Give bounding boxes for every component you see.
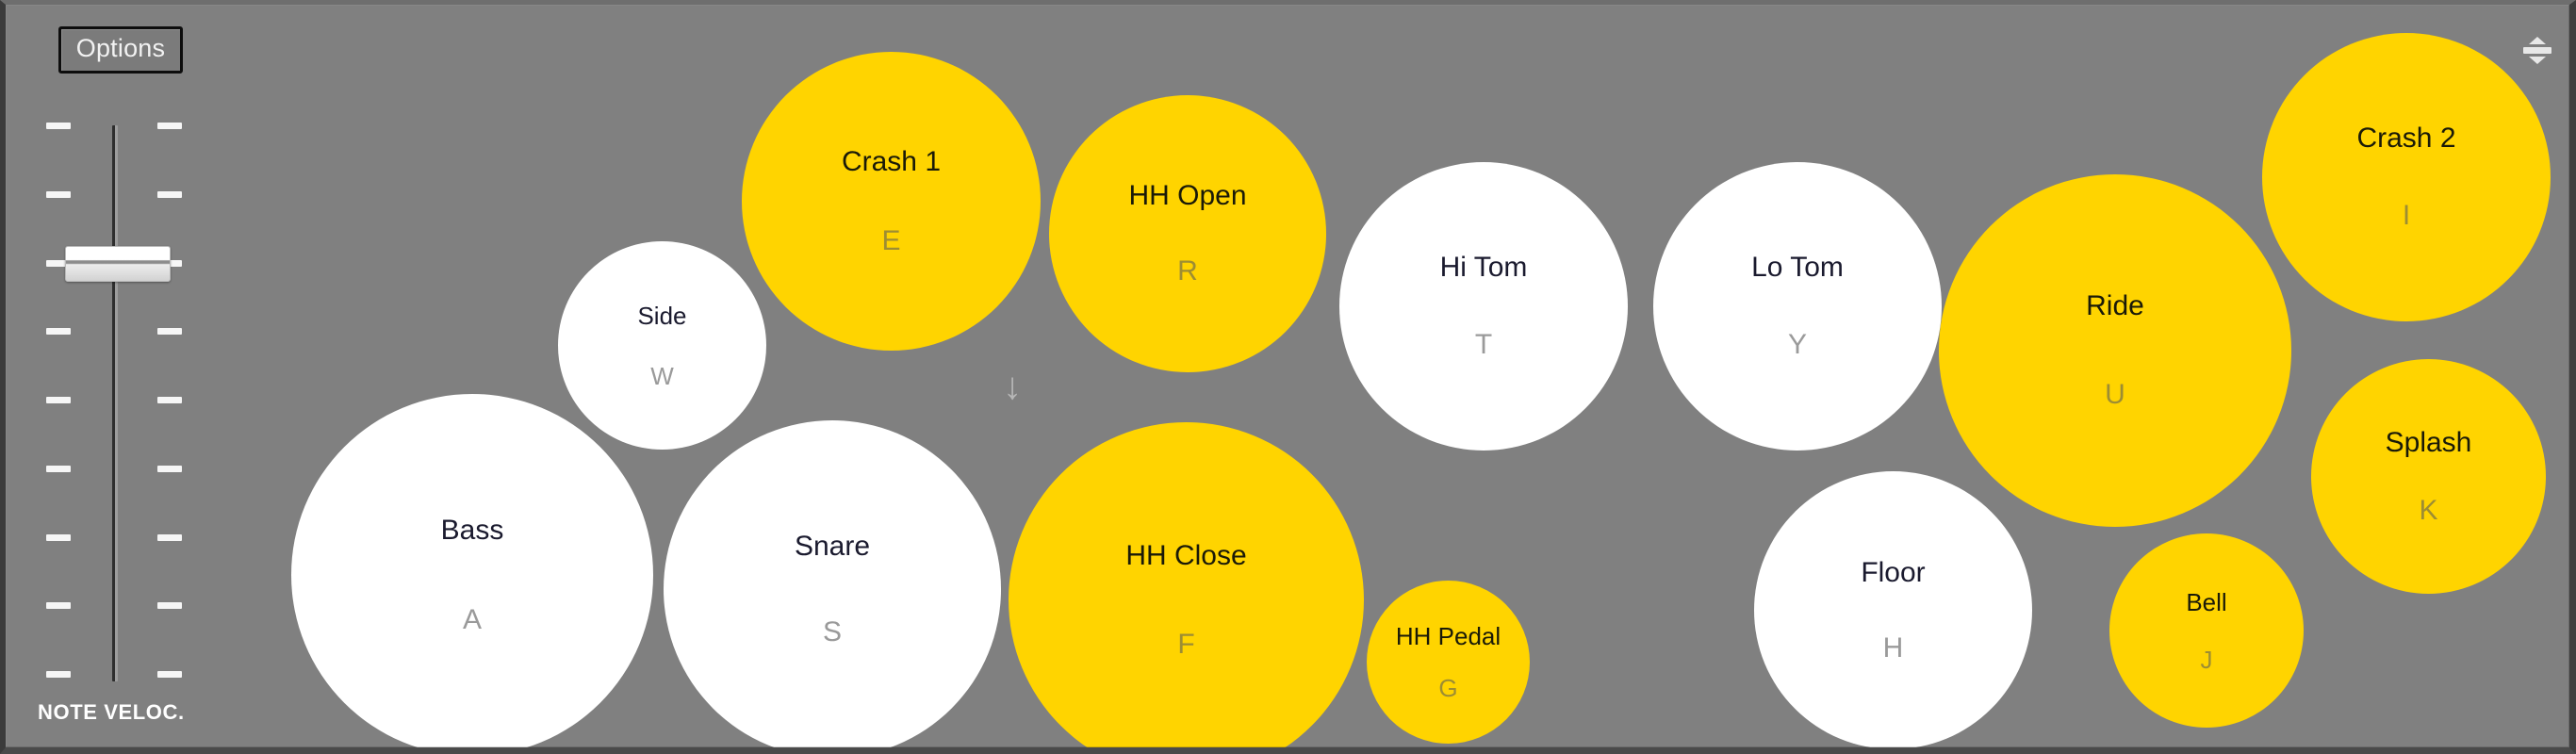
velocity-tick-left — [46, 328, 71, 336]
drum-pad-hh-close[interactable]: HH Close F — [1009, 422, 1364, 747]
drum-pad-label: Lo Tom — [1751, 252, 1844, 283]
velocity-tick-left — [46, 533, 71, 541]
drum-pad-key: H — [1882, 631, 1904, 664]
velocity-slider-groove — [112, 125, 118, 681]
drum-pad-side[interactable]: Side W — [558, 241, 766, 450]
drum-pad-label: HH Open — [1128, 180, 1247, 211]
handle-bar-icon — [2523, 46, 2551, 54]
note-velocity-slider[interactable]: NOTE VELOC. — [34, 108, 194, 740]
velocity-tick-left — [46, 602, 71, 610]
drum-pad-crash-2[interactable]: Crash 2 I — [2262, 33, 2551, 321]
velocity-tick-left — [46, 123, 71, 129]
drum-pad-label: Snare — [794, 530, 871, 562]
drum-pad-label: Floor — [1861, 556, 1926, 588]
drum-pad-key: A — [462, 603, 482, 635]
drum-pad-key: U — [2105, 379, 2125, 410]
drum-pad-bass[interactable]: Bass A — [291, 394, 653, 747]
drum-kit-window: Options NOTE VELOC. ↓ Bass A Side W Snare S Cr… — [0, 0, 2576, 754]
velocity-tick-right — [157, 328, 182, 336]
drum-pad-label: Hi Tom — [1439, 252, 1528, 283]
drum-pad-label: Crash 2 — [2356, 123, 2456, 154]
velocity-tick-left — [46, 671, 71, 678]
velocity-tick-right — [157, 397, 182, 403]
drum-pad-key: K — [2419, 494, 2438, 526]
drum-pad-key: G — [1438, 674, 1458, 702]
drum-pad-key: Y — [1787, 329, 1807, 360]
velocity-tick-left — [46, 465, 71, 472]
velocity-tick-right — [157, 671, 182, 678]
drum-pad-key: R — [1177, 255, 1198, 287]
drum-pad-snare[interactable]: Snare S — [664, 420, 1001, 747]
velocity-slider-caption: NOTE VELOC. — [38, 700, 185, 724]
drum-pad-crash-1[interactable]: Crash 1 E — [742, 52, 1041, 351]
drum-pad-key: I — [2402, 200, 2411, 231]
drum-pad-hh-open[interactable]: HH Open R — [1049, 95, 1326, 372]
velocity-slider-thumb[interactable] — [65, 245, 171, 282]
velocity-tick-right — [157, 190, 182, 198]
drum-pad-floor[interactable]: Floor H — [1754, 471, 2032, 747]
drum-pad-label: Ride — [2086, 290, 2144, 321]
drum-pad-splash[interactable]: Splash K — [2311, 359, 2546, 594]
chevron-down-icon — [2529, 56, 2546, 64]
drum-pad-label: HH Close — [1125, 539, 1247, 571]
drum-pad-label: HH Pedal — [1395, 622, 1501, 650]
velocity-slider-track[interactable] — [34, 108, 194, 693]
velocity-tick-left — [46, 397, 71, 403]
drum-pad-key: T — [1474, 329, 1493, 360]
drum-pad-key: F — [1177, 628, 1195, 660]
drum-pad-key: J — [2200, 645, 2213, 674]
drum-pad-label: Splash — [2385, 426, 2472, 458]
drum-pad-lo-tom[interactable]: Lo Tom Y — [1653, 162, 1942, 451]
velocity-tick-right — [157, 123, 182, 129]
drum-pad-label: Bell — [2186, 587, 2227, 616]
vertical-resize-handle[interactable] — [2519, 29, 2556, 71]
velocity-tick-right — [157, 465, 182, 472]
drum-pad-label: Crash 1 — [841, 145, 942, 177]
drum-pad-ride[interactable]: Ride U — [1939, 174, 2291, 527]
options-button[interactable]: Options — [58, 26, 183, 74]
down-arrow-icon: ↓ — [1003, 366, 1022, 407]
drum-pad-label: Side — [637, 301, 687, 330]
velocity-tick-left — [46, 190, 71, 198]
drum-pad-label: Bass — [440, 514, 504, 546]
drum-pad-bell[interactable]: Bell J — [2109, 533, 2304, 728]
velocity-tick-right — [157, 533, 182, 541]
drum-pad-key: E — [881, 224, 901, 256]
chevron-up-icon — [2529, 36, 2546, 44]
velocity-tick-right — [157, 602, 182, 610]
drum-pad-key: S — [822, 615, 842, 647]
drum-pad-hh-pedal[interactable]: HH Pedal G — [1367, 581, 1530, 744]
drum-pad-key: W — [650, 361, 674, 390]
drum-pad-hi-tom[interactable]: Hi Tom T — [1339, 162, 1628, 451]
